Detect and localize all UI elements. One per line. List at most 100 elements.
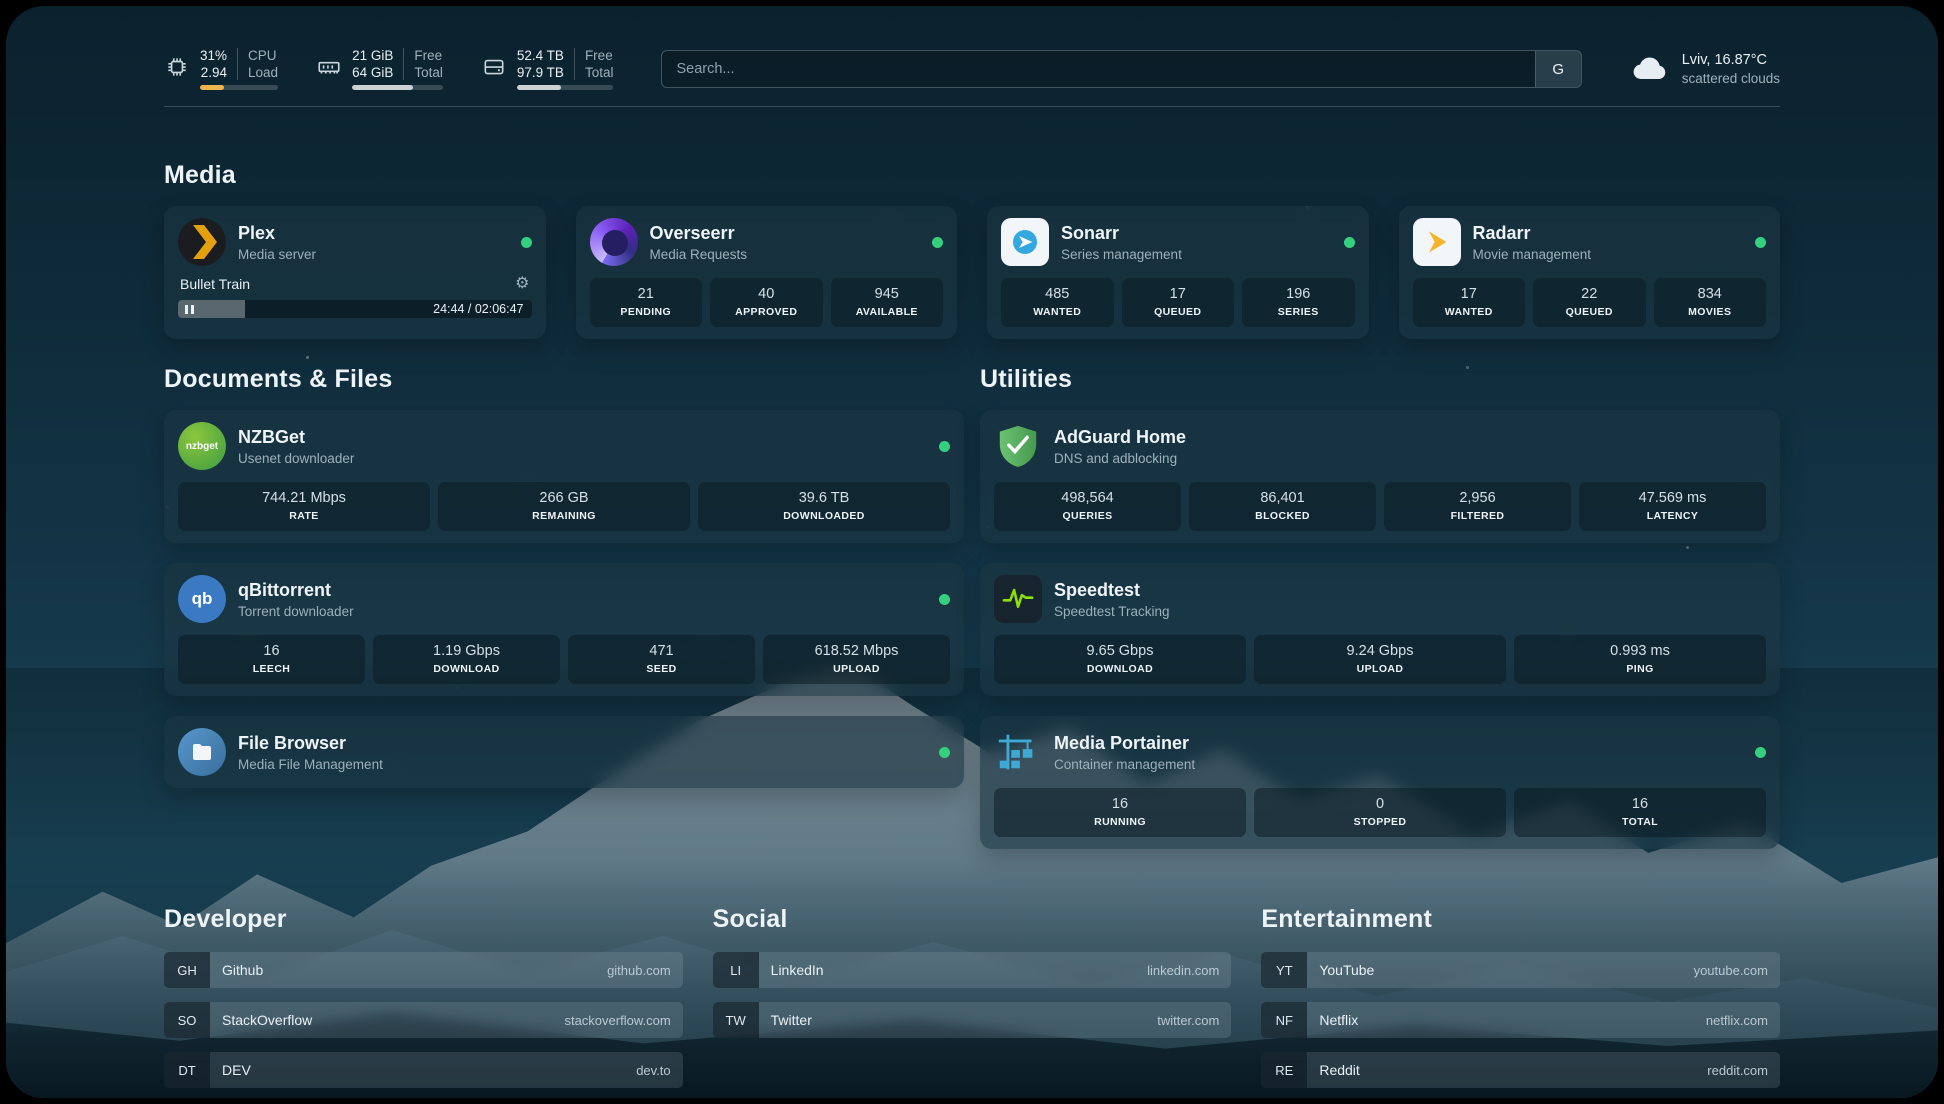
two-column-sections: Documents & Files nzbget NZBGet Usenet d… <box>164 365 1780 849</box>
service-desc: Media File Management <box>238 757 383 772</box>
bookmark-netflix[interactable]: NF Netflix netflix.com <box>1261 1002 1780 1038</box>
cpu-usage-bar <box>200 85 278 90</box>
service-desc: Container management <box>1054 757 1195 772</box>
service-name: AdGuard Home <box>1054 427 1186 448</box>
service-name: Overseerr <box>650 223 748 244</box>
bookmark-dev[interactable]: DT DEV dev.to <box>164 1052 683 1088</box>
memory-usage-bar <box>352 85 443 90</box>
pause-icon[interactable] <box>185 305 194 314</box>
qbittorrent-icon: qb <box>178 575 226 623</box>
bookmark-name: YouTube <box>1319 962 1374 978</box>
stat-pending: 21 PENDING <box>590 278 703 327</box>
search-provider-button[interactable]: G <box>1535 51 1581 87</box>
overseerr-icon <box>590 218 638 266</box>
stat-total: 16 TOTAL <box>1514 788 1766 837</box>
service-card-plex[interactable]: Plex Media server Bullet Train ⚙ <box>164 206 546 339</box>
service-name: Media Portainer <box>1054 733 1195 754</box>
status-dot-online <box>939 594 950 605</box>
service-desc: Media Requests <box>650 247 748 262</box>
service-card-overseerr[interactable]: Overseerr Media Requests 21 PENDING 40 A… <box>576 206 958 339</box>
adguard-shield-icon <box>994 422 1042 470</box>
bookmark-linkedin[interactable]: LI LinkedIn linkedin.com <box>713 952 1232 988</box>
bookmark-github[interactable]: GH Github github.com <box>164 952 683 988</box>
section-media: Media Plex Media server <box>164 161 1780 339</box>
section-title-developer: Developer <box>164 905 683 934</box>
stat-downloaded: 39.6 TB DOWNLOADED <box>698 482 950 531</box>
service-name: NZBGet <box>238 427 354 448</box>
status-dot-online <box>939 747 950 758</box>
service-card-sonarr[interactable]: Sonarr Series management 485 WANTED 17 Q… <box>987 206 1369 339</box>
service-desc: Media server <box>238 247 316 262</box>
bookmark-reddit[interactable]: RE Reddit reddit.com <box>1261 1052 1780 1088</box>
service-name: qBittorrent <box>238 580 354 601</box>
bookmark-domain: dev.to <box>636 1063 670 1078</box>
bookmark-abbr: SO <box>164 1002 210 1038</box>
memory-free-value: 21 GiB <box>352 48 393 63</box>
disk-free-value: 52.4 TB <box>517 48 564 63</box>
service-desc: Movie management <box>1473 247 1592 262</box>
service-card-radarr[interactable]: Radarr Movie management 17 WANTED 22 QUE… <box>1399 206 1781 339</box>
stat-movies: 834 MOVIES <box>1654 278 1767 327</box>
bookmark-abbr: DT <box>164 1052 210 1088</box>
weather-location: Lviv, 16.87°C <box>1682 52 1780 68</box>
service-card-portainer[interactable]: Media Portainer Container management 16 … <box>980 716 1780 849</box>
bookmark-twitter[interactable]: TW Twitter twitter.com <box>713 1002 1232 1038</box>
service-card-nzbget[interactable]: nzbget NZBGet Usenet downloader 744.21 M… <box>164 410 964 543</box>
plex-now-playing: Bullet Train ⚙ 24:44 / 02:06:47 <box>178 274 532 318</box>
stat-queries: 498,564 QUERIES <box>994 482 1181 531</box>
search-bar[interactable]: G <box>661 50 1581 88</box>
bookmarks-developer: Developer GH Github github.com SO StackO… <box>164 905 683 1088</box>
cpu-load-label: Load <box>248 65 278 80</box>
media-card-grid: Plex Media server Bullet Train ⚙ <box>164 206 1780 339</box>
bookmark-name: Github <box>222 962 263 978</box>
service-card-adguard[interactable]: AdGuard Home DNS and adblocking 498,564 … <box>980 410 1780 543</box>
bookmark-domain: reddit.com <box>1707 1063 1768 1078</box>
stat-queued: 22 QUEUED <box>1533 278 1646 327</box>
topbar-divider <box>164 106 1780 107</box>
status-dot-online <box>1755 237 1766 248</box>
memory-icon <box>316 54 342 80</box>
service-card-filebrowser[interactable]: File Browser Media File Management <box>164 716 964 788</box>
section-title-media: Media <box>164 161 1780 190</box>
search-input[interactable] <box>662 51 1534 87</box>
bookmark-stackoverflow[interactable]: SO StackOverflow stackoverflow.com <box>164 1002 683 1038</box>
bookmark-name: Reddit <box>1319 1062 1359 1078</box>
memory-total-label: Total <box>414 65 443 80</box>
service-name: Radarr <box>1473 223 1592 244</box>
bookmark-domain: stackoverflow.com <box>564 1013 670 1028</box>
resource-widgets: 31% 2.94 CPU Load <box>164 48 613 90</box>
service-card-speedtest[interactable]: Speedtest Speedtest Tracking 9.65 Gbps D… <box>980 563 1780 696</box>
bookmarks-entertainment: Entertainment YT YouTube youtube.com NF … <box>1261 905 1780 1088</box>
bookmark-domain: youtube.com <box>1694 963 1768 978</box>
bookmark-abbr: NF <box>1261 1002 1307 1038</box>
bookmark-groups: Developer GH Github github.com SO StackO… <box>164 905 1780 1098</box>
bookmark-domain: github.com <box>607 963 671 978</box>
top-bar: 31% 2.94 CPU Load <box>164 48 1780 90</box>
bookmark-abbr: LI <box>713 952 759 988</box>
section-title-social: Social <box>713 905 1232 934</box>
dashboard-content: 31% 2.94 CPU Load <box>164 6 1780 1098</box>
bookmark-name: StackOverflow <box>222 1012 312 1028</box>
gear-icon[interactable]: ⚙ <box>515 276 529 292</box>
nzbget-icon: nzbget <box>178 422 226 470</box>
speedtest-icon <box>994 575 1042 623</box>
status-dot-online <box>521 237 532 248</box>
stat-stopped: 0 STOPPED <box>1254 788 1506 837</box>
stat-filtered: 2,956 FILTERED <box>1384 482 1571 531</box>
stat-download: 1.19 Gbps DOWNLOAD <box>373 635 560 684</box>
stat-upload: 618.52 Mbps UPLOAD <box>763 635 950 684</box>
bookmark-youtube[interactable]: YT YouTube youtube.com <box>1261 952 1780 988</box>
service-desc: DNS and adblocking <box>1054 451 1186 466</box>
service-desc: Speedtest Tracking <box>1054 604 1170 619</box>
bookmark-domain: netflix.com <box>1706 1013 1768 1028</box>
weather-widget: Lviv, 16.87°C scattered clouds <box>1630 49 1780 89</box>
service-desc: Torrent downloader <box>238 604 354 619</box>
plex-icon <box>178 218 226 266</box>
stat-queued: 17 QUEUED <box>1122 278 1235 327</box>
cpu-load-average: 2.94 <box>201 65 227 80</box>
service-name: File Browser <box>238 733 383 754</box>
service-name: Speedtest <box>1054 580 1170 601</box>
service-card-qbittorrent[interactable]: qb qBittorrent Torrent downloader 16 LEE… <box>164 563 964 696</box>
section-title-utilities: Utilities <box>980 365 1780 394</box>
stat-series: 196 SERIES <box>1242 278 1355 327</box>
